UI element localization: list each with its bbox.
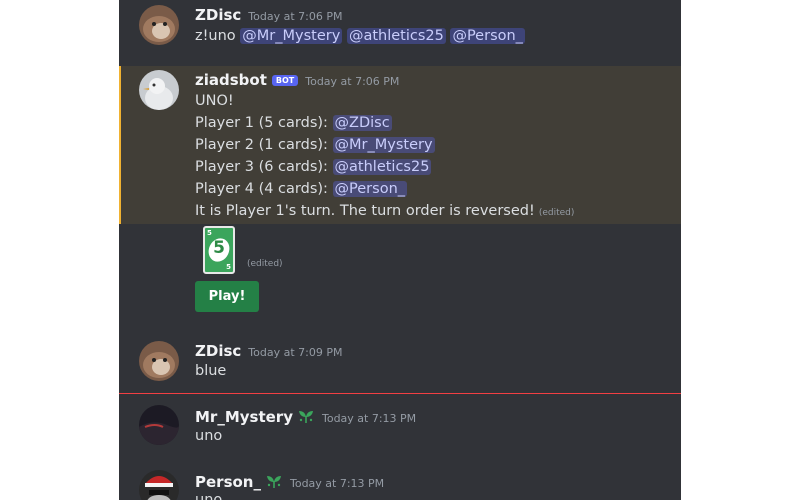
avatar[interactable] [139,341,179,381]
new-messages-divider [119,393,681,394]
mention[interactable]: @athletics25 [346,28,446,44]
message-content: z!uno @Mr_Mystery @athletics25 @Person_ [195,28,525,44]
timestamp: Today at 7:06 PM [305,75,400,88]
timestamp: Today at 7:06 PM [248,10,343,23]
message-line: It is Player 1's turn. The turn order is… [195,203,574,219]
username[interactable]: Person_ [195,473,261,491]
mention[interactable]: @Mr_Mystery [332,137,435,153]
line-text: Player 3 (6 cards): [195,159,333,175]
line-text: Player 2 (1 cards): [195,137,333,153]
mention[interactable]: @ZDisc [332,115,392,131]
avatar[interactable] [139,5,179,45]
username[interactable]: Mr_Mystery [195,408,293,426]
mention[interactable]: @athletics25 [332,159,432,175]
card-number: 5 [213,238,225,258]
sprout-icon[interactable] [297,408,315,424]
bot-badge: BOT [271,75,299,86]
card-corner: 5 [207,229,212,237]
message-line: Player 4 (4 cards): @Person_ [195,181,408,197]
message-line: Player 1 (5 cards): @ZDisc [195,115,392,131]
avatar[interactable] [139,70,179,110]
timestamp: Today at 7:13 PM [321,412,417,425]
avatar[interactable] [139,470,179,500]
mention[interactable]: @Mr_Mystery [240,28,343,44]
line-text: Player 4 (4 cards): [195,181,333,197]
message-text: z!uno [195,28,241,44]
message-text: uno [195,428,223,444]
chat-panel: ZDisc Today at 7:06 PM z!uno @Mr_Mystery… [119,0,681,500]
play-button[interactable]: Play! [195,281,259,312]
mention[interactable]: @Person_ [450,28,525,44]
username[interactable]: ZDisc [195,342,241,360]
avatar[interactable] [139,405,179,445]
timestamp: Today at 7:09 PM [248,346,343,359]
card-corner: 5 [226,263,231,271]
mention[interactable]: @Person_ [332,181,408,197]
username[interactable]: ZDisc [195,6,241,24]
sprout-icon[interactable] [265,473,283,489]
edited-label: (edited) [538,208,575,218]
message-line: Player 2 (1 cards): @Mr_Mystery [195,137,435,153]
message-text: blue [195,363,227,379]
username[interactable]: ziadsbot [195,71,267,89]
uno-card-image[interactable]: 5 5 5 [203,226,235,274]
message-text: uno [195,492,223,500]
line-text: Player 1 (5 cards): [195,115,333,131]
message-line: UNO! [195,93,234,109]
message-line: Player 3 (6 cards): @athletics25 [195,159,432,175]
edited-label: (edited) [247,259,283,269]
line-text: It is Player 1's turn. The turn order is… [195,203,535,219]
timestamp: Today at 7:13 PM [289,477,385,490]
